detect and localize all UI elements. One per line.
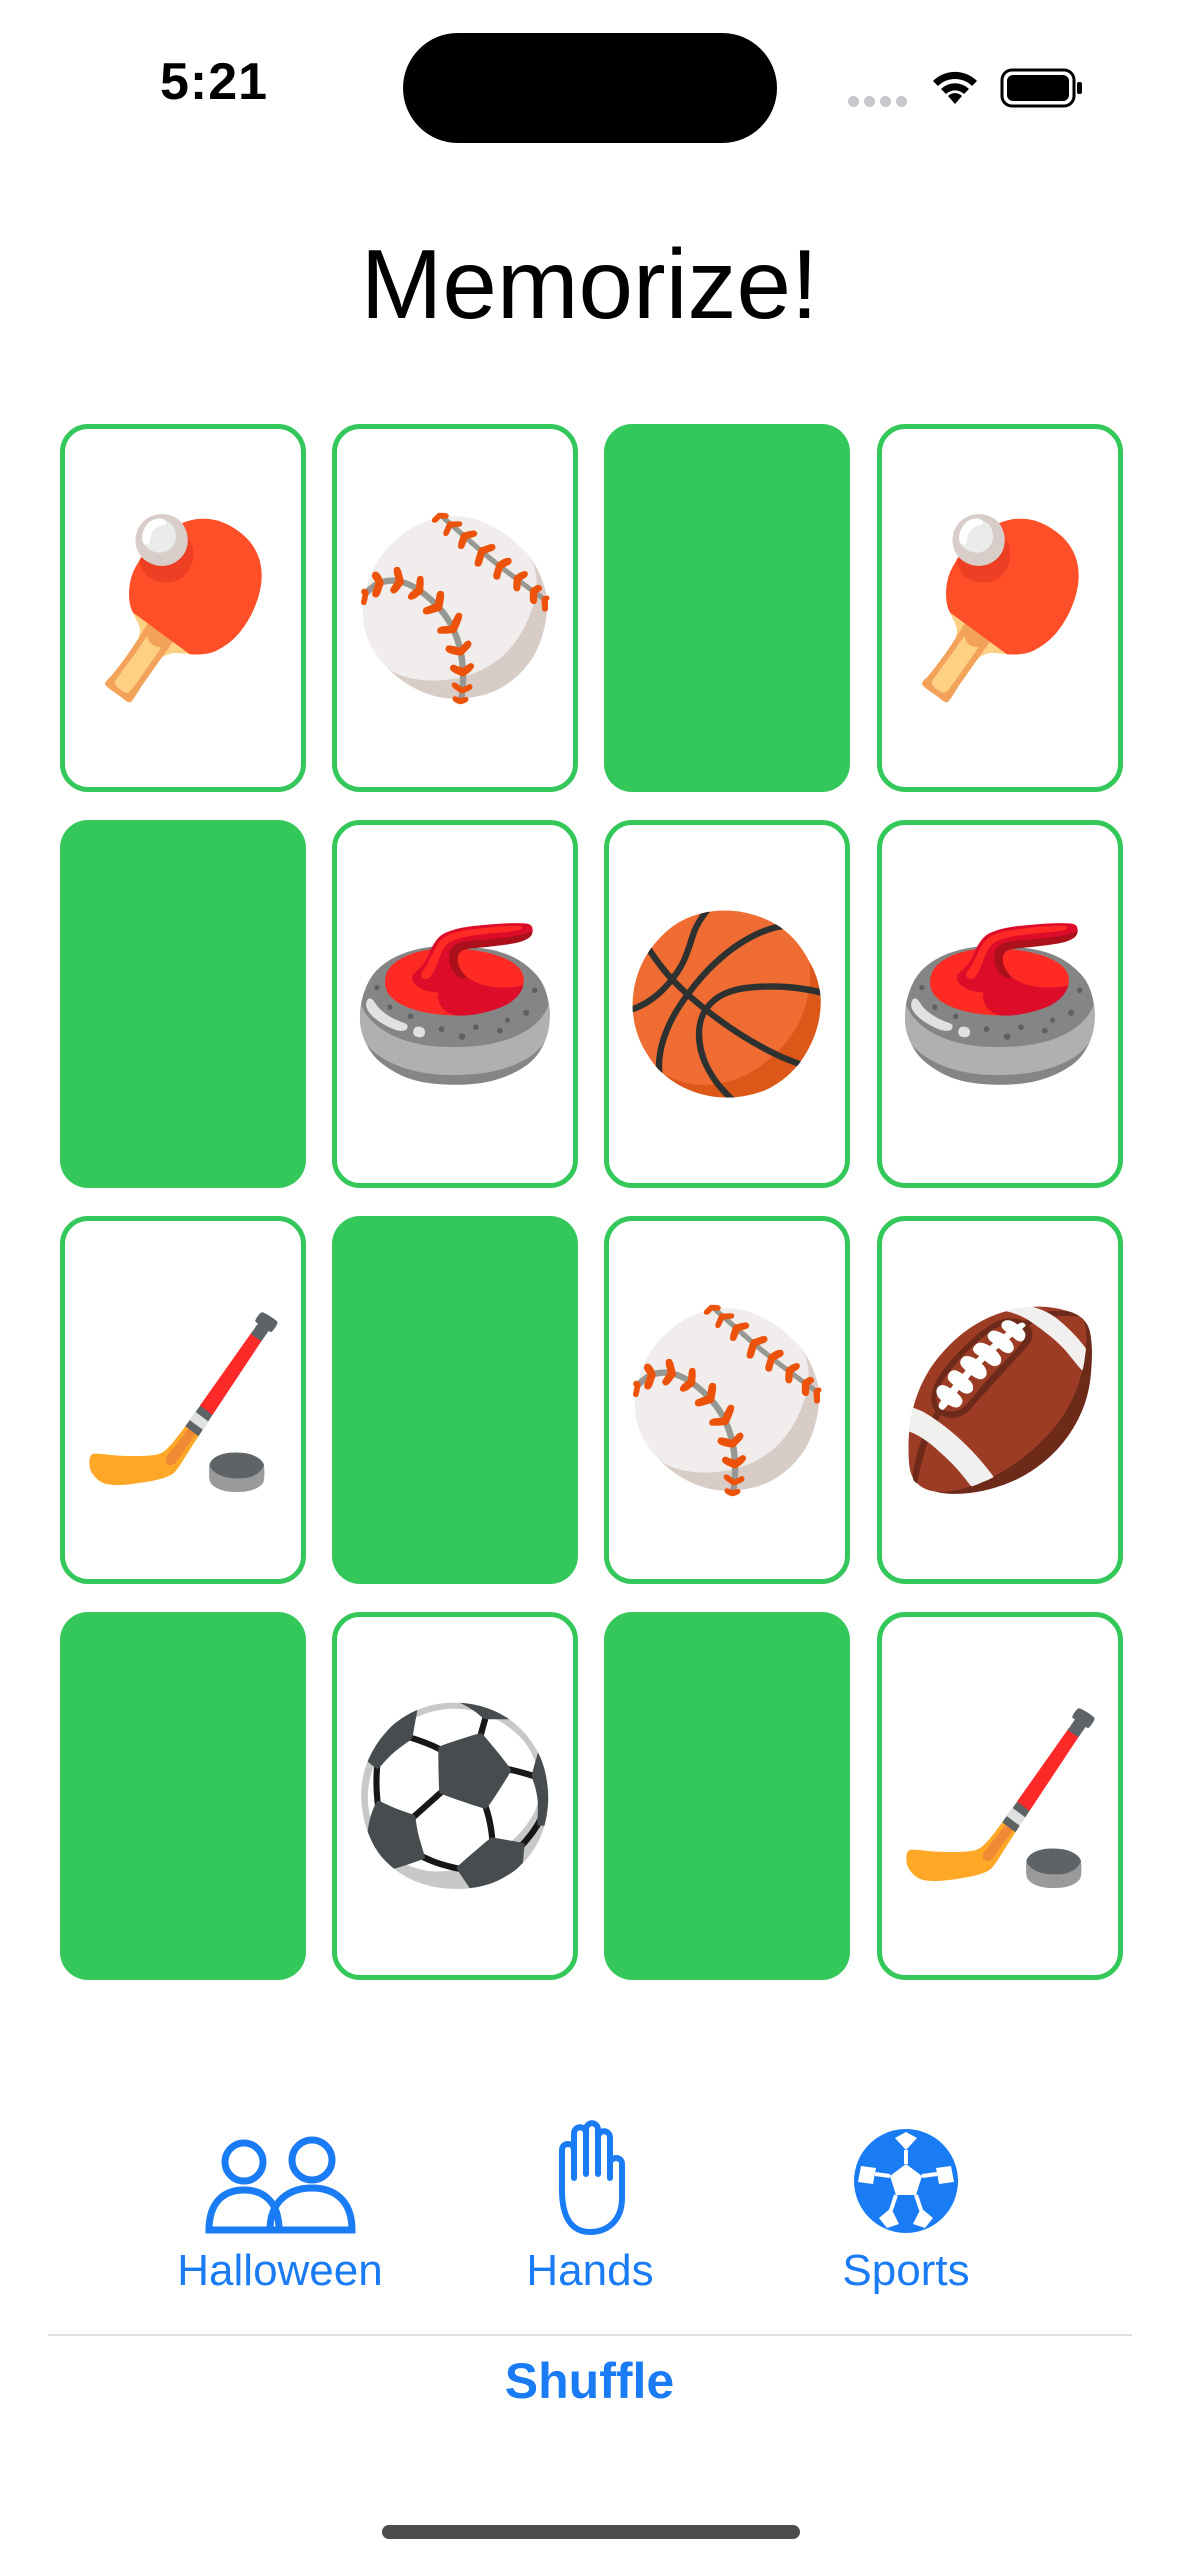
card-face-up[interactable]: ⚾ [332, 424, 578, 792]
card-face-up[interactable]: 🏒 [877, 1612, 1123, 1980]
theme-label-halloween: Halloween [177, 2246, 383, 2295]
wifi-icon [933, 71, 977, 104]
curling-stone-icon: 🥌 [894, 905, 1106, 1103]
soccer-ball-icon: ⚽ [349, 1697, 561, 1895]
two-people-icon [205, 2136, 356, 2234]
card-face-up[interactable]: 🏀 [604, 820, 850, 1188]
theme-label-hands: Hands [526, 2246, 654, 2295]
card-face-up[interactable]: 🏓 [877, 424, 1123, 792]
theme-label-sports: Sports [842, 2246, 970, 2295]
shuffle-button[interactable]: Shuffle [0, 2352, 1179, 2410]
theme-button-sports[interactable]: Sports [776, 2120, 1036, 2310]
soccer-ball-icon [854, 2129, 958, 2233]
card-face-up[interactable]: 🏈 [877, 1216, 1123, 1584]
card-face-up[interactable]: ⚾ [604, 1216, 850, 1584]
dynamic-island [403, 33, 777, 143]
baseball-icon: ⚾ [349, 509, 561, 707]
basketball-icon: 🏀 [621, 905, 833, 1103]
ping-pong-icon: 🏓 [894, 509, 1106, 707]
curling-stone-icon: 🥌 [349, 905, 561, 1103]
card-face-down[interactable] [332, 1216, 578, 1584]
theme-button-halloween[interactable]: Halloween [150, 2120, 410, 2310]
card-face-up[interactable]: 🥌 [332, 820, 578, 1188]
card-face-up[interactable]: ⚽ [332, 1612, 578, 1980]
status-time: 5:21 [160, 53, 269, 111]
card-face-up[interactable]: 🥌 [877, 820, 1123, 1188]
football-icon: 🏈 [894, 1301, 1106, 1499]
divider [48, 2334, 1132, 2336]
card-face-down[interactable] [60, 1612, 306, 1980]
page-title: Memorize! [360, 229, 819, 339]
card-face-up[interactable]: 🏓 [60, 424, 306, 792]
theme-button-hands[interactable]: Hands [460, 2120, 720, 2310]
ping-pong-icon: 🏓 [77, 509, 289, 707]
baseball-icon: ⚾ [621, 1301, 833, 1499]
battery-icon [1000, 68, 1082, 108]
card-face-up[interactable]: 🏒 [60, 1216, 306, 1584]
card-face-down[interactable] [604, 424, 850, 792]
cellular-signal-icon [848, 96, 907, 107]
hand-raised-icon [559, 2120, 625, 2235]
card-face-down[interactable] [60, 820, 306, 1188]
hockey-stick-icon: 🏒 [77, 1301, 289, 1499]
card-grid: 🏓 ⚾ 🏓 🥌 🏀 🥌 🏒 ⚾ 🏈 ⚽ 🏒 [60, 424, 1123, 1984]
home-indicator[interactable] [382, 2525, 800, 2539]
hockey-stick-icon: 🏒 [894, 1697, 1106, 1895]
card-face-down[interactable] [604, 1612, 850, 1980]
